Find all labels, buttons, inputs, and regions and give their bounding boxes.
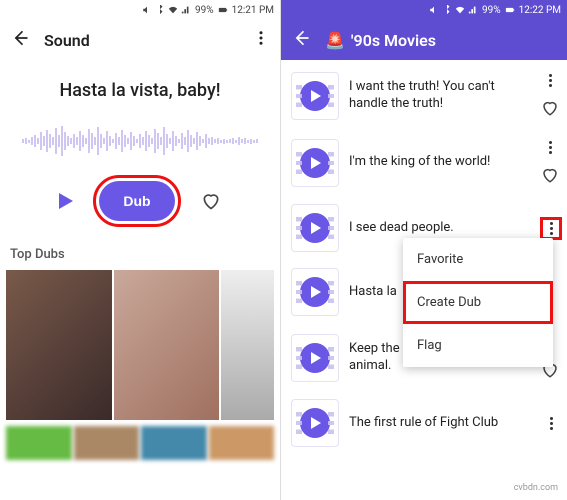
play-icon[interactable]	[291, 72, 339, 120]
sound-title: I see dead people.	[349, 220, 533, 236]
list-item[interactable]: The first rule of Fight Club	[281, 389, 567, 453]
item-more-button[interactable]	[543, 220, 559, 237]
status-bar: 99% 12:21 PM	[0, 0, 280, 20]
page-title: Sound	[44, 31, 238, 50]
dub-thumbnail[interactable]	[6, 270, 112, 420]
dub-thumbnail[interactable]	[74, 426, 140, 460]
watermark: cvbdn.com	[511, 482, 561, 494]
play-icon[interactable]	[291, 204, 339, 252]
play-icon[interactable]	[291, 139, 339, 187]
item-more-button[interactable]	[542, 70, 558, 91]
status-icons	[429, 5, 478, 15]
wifi-icon	[168, 5, 178, 15]
mute-icon	[429, 5, 439, 15]
battery-text: 99%	[195, 5, 214, 16]
list-item[interactable]: I want the truth! You can't handle the t…	[281, 60, 567, 127]
dub-thumbnail[interactable]	[221, 270, 274, 420]
dub-thumbnail[interactable]	[114, 270, 220, 420]
sound-title: I'm the king of the world!	[349, 154, 531, 170]
play-icon[interactable]	[291, 334, 339, 382]
signal-icon	[181, 5, 191, 15]
battery-icon	[505, 5, 515, 15]
page-title: 🚨'90s Movies	[325, 31, 557, 50]
dub-thumbnail[interactable]	[141, 426, 207, 460]
app-bar: 🚨'90s Movies	[281, 20, 567, 60]
play-icon[interactable]	[291, 268, 339, 316]
signal-icon	[468, 5, 478, 15]
status-icons	[142, 5, 191, 15]
mute-icon	[142, 5, 152, 15]
clock-text: 12:21 PM	[232, 5, 274, 16]
sound-title: Hasta la vista, baby!	[8, 80, 272, 101]
dub-thumbnail[interactable]	[209, 426, 275, 460]
item-more-button[interactable]	[543, 413, 559, 434]
back-button[interactable]	[10, 28, 30, 52]
favorite-button[interactable]	[541, 166, 559, 188]
sound-title: I want the truth! You can't handle the t…	[349, 79, 531, 112]
play-button[interactable]	[59, 193, 73, 209]
sound-title: The first rule of Fight Club	[349, 415, 533, 431]
menu-item-create-dub[interactable]: Create Dub	[403, 281, 553, 324]
section-label-top-dubs: Top Dubs	[10, 247, 270, 262]
dub-thumbnail-row	[6, 426, 274, 460]
item-more-button[interactable]	[542, 137, 558, 158]
waveform[interactable]	[10, 121, 270, 161]
screen-movie-list: 99% 12:22 PM 🚨'90s Movies I want the tru…	[281, 0, 567, 500]
back-button[interactable]	[291, 28, 311, 52]
list-item[interactable]: I'm the king of the world!	[281, 127, 567, 194]
top-dubs-grid	[0, 270, 280, 426]
wifi-icon	[455, 5, 465, 15]
app-bar: Sound	[0, 20, 280, 60]
bluetooth-icon	[155, 5, 165, 15]
siren-icon: 🚨	[325, 31, 345, 50]
context-menu: Favorite Create Dub Flag	[403, 238, 553, 367]
menu-item-flag[interactable]: Flag	[403, 324, 553, 367]
more-button[interactable]	[252, 29, 270, 51]
clock-text: 12:22 PM	[519, 5, 561, 16]
status-bar: 99% 12:22 PM	[281, 0, 567, 20]
menu-item-favorite[interactable]: Favorite	[403, 238, 553, 281]
controls-row: Dub	[0, 181, 280, 221]
sound-list: I want the truth! You can't handle the t…	[281, 60, 567, 500]
battery-icon	[218, 5, 228, 15]
bluetooth-icon	[442, 5, 452, 15]
play-icon[interactable]	[291, 399, 339, 447]
favorite-button[interactable]	[201, 191, 221, 211]
dub-thumbnail[interactable]	[6, 426, 72, 460]
screen-sound-detail: 99% 12:21 PM Sound Hasta la vista, baby!…	[0, 0, 281, 500]
favorite-button[interactable]	[541, 99, 559, 121]
battery-text: 99%	[482, 5, 501, 16]
dub-button[interactable]: Dub	[99, 181, 174, 221]
